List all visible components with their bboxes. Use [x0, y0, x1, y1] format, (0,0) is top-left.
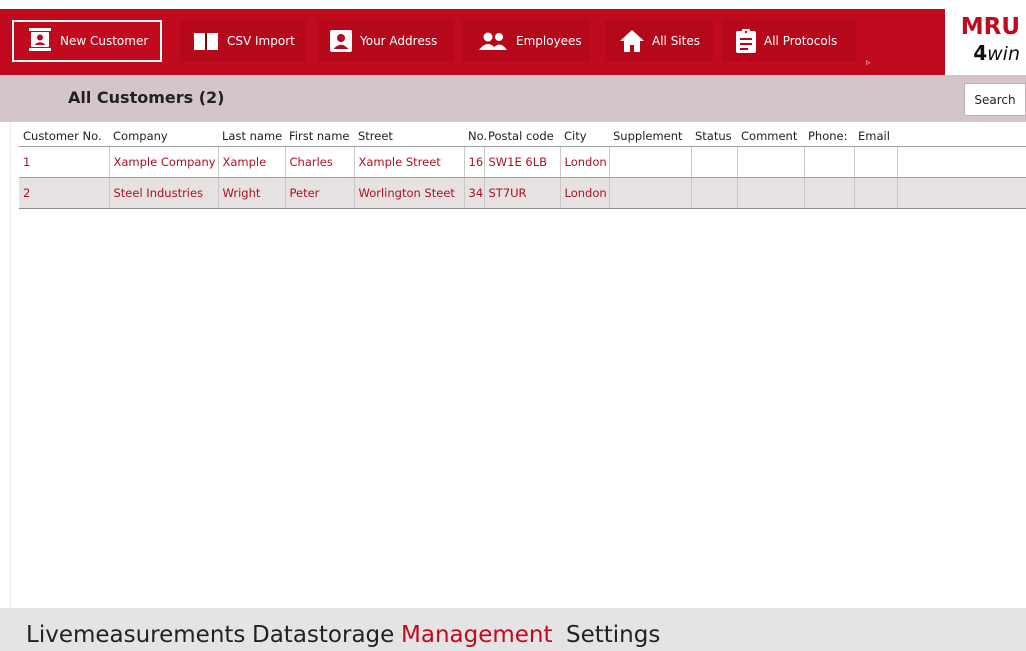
col-header[interactable]: Customer No.	[19, 126, 109, 147]
table-cell[interactable]: Wright	[218, 177, 286, 209]
clipboard-icon	[736, 29, 756, 53]
nav-settings[interactable]: Settings	[566, 622, 660, 648]
table-cell[interactable]: Peter	[285, 177, 355, 209]
table-row[interactable]: 2 Steel Industries Wright Peter Worlingt…	[19, 177, 1026, 209]
col-header	[897, 126, 1026, 147]
table-header-row: Customer No. Company Last name First nam…	[19, 126, 1026, 147]
col-header[interactable]: Status	[691, 126, 737, 147]
table-cell[interactable]: London	[560, 177, 610, 209]
table-cell[interactable]: SW1E 6LB	[484, 146, 561, 178]
top-strip	[0, 0, 1026, 9]
new-customer-button[interactable]: New Customer	[12, 20, 162, 62]
table-cell[interactable]: London	[560, 146, 610, 178]
nav-datastorage[interactable]: Datastorage	[252, 622, 394, 648]
table-cell[interactable]: Charles	[285, 146, 355, 178]
all-sites-button[interactable]: All Sites	[605, 20, 713, 62]
page-title: All Customers (2)	[68, 88, 225, 107]
col-header[interactable]: First name	[285, 126, 354, 147]
nav-management[interactable]: Management	[401, 622, 553, 648]
table-cell[interactable]: Xample	[218, 146, 286, 178]
table-cell[interactable]: Xample Street	[354, 146, 465, 178]
table-cell[interactable]: 34	[464, 177, 485, 209]
col-header[interactable]: Postal code	[484, 126, 560, 147]
your-address-label: Your Address	[360, 34, 438, 48]
col-header[interactable]: Last name	[218, 126, 285, 147]
table-cell[interactable]	[609, 146, 692, 178]
mru-logo: MRU 4win	[945, 9, 1026, 75]
your-address-button[interactable]: Your Address	[318, 20, 454, 62]
table-cell[interactable]	[897, 177, 1026, 209]
col-header[interactable]: Phone:	[804, 126, 854, 147]
contact-card-icon	[28, 28, 52, 54]
nav-livemeasurements[interactable]: Livemeasurements	[26, 622, 245, 648]
table-cell[interactable]: Worlington Steet	[354, 177, 465, 209]
person-badge-icon	[330, 30, 352, 52]
col-header[interactable]: Comment	[737, 126, 804, 147]
new-customer-label: New Customer	[60, 34, 149, 48]
employees-label: Employees	[516, 34, 582, 48]
table-cell[interactable]: ST7UR	[484, 177, 561, 209]
table-cell[interactable]	[691, 146, 738, 178]
col-header[interactable]: Supplement	[609, 126, 691, 147]
table-cell[interactable]	[737, 177, 805, 209]
logo-bottom-text: 4win	[973, 41, 1020, 65]
search-button[interactable]: Search	[964, 83, 1026, 116]
all-sites-label: All Sites	[652, 34, 700, 48]
csv-import-button[interactable]: CSV Import	[180, 20, 306, 62]
home-icon	[620, 30, 644, 52]
toolbar: New Customer CSV Import Your Address Emp…	[0, 9, 1026, 75]
all-protocols-label: All Protocols	[764, 34, 838, 48]
people-icon	[478, 32, 508, 50]
table-cell[interactable]	[609, 177, 692, 209]
book-icon	[193, 31, 219, 51]
table-row[interactable]: 1 Xample Company Xample Charles Xample S…	[19, 146, 1026, 178]
customers-header: All Customers (2) Search	[0, 75, 1026, 122]
table-cell[interactable]: 2	[19, 177, 110, 209]
table-cell[interactable]	[897, 146, 1026, 178]
employees-button[interactable]: Employees	[462, 20, 590, 62]
more-arrow-icon[interactable]: ▹	[866, 58, 871, 68]
table-cell[interactable]	[854, 146, 898, 178]
bottom-navigation: Livemeasurements Datastorage Management …	[0, 608, 1026, 651]
csv-import-label: CSV Import	[227, 34, 295, 48]
logo-top-text: MRU	[960, 14, 1020, 40]
col-header[interactable]: Street	[354, 126, 464, 147]
table-cell[interactable]	[804, 177, 855, 209]
col-header[interactable]: Company	[109, 126, 218, 147]
table-cell[interactable]	[854, 177, 898, 209]
col-header[interactable]: No.	[464, 126, 487, 147]
customer-table: Customer No. Company Last name First nam…	[19, 126, 1026, 209]
table-cell[interactable]: Steel Industries	[109, 177, 219, 209]
table-cell[interactable]	[737, 146, 805, 178]
table-cell[interactable]: Xample Company	[109, 146, 219, 178]
col-header[interactable]: City	[560, 126, 609, 147]
col-header[interactable]: Email	[854, 126, 897, 147]
table-cell[interactable]	[691, 177, 738, 209]
table-cell[interactable]: 1	[19, 146, 110, 178]
table-cell[interactable]: 16	[464, 146, 485, 178]
table-cell[interactable]	[804, 146, 855, 178]
all-protocols-button[interactable]: All Protocols	[722, 20, 856, 62]
